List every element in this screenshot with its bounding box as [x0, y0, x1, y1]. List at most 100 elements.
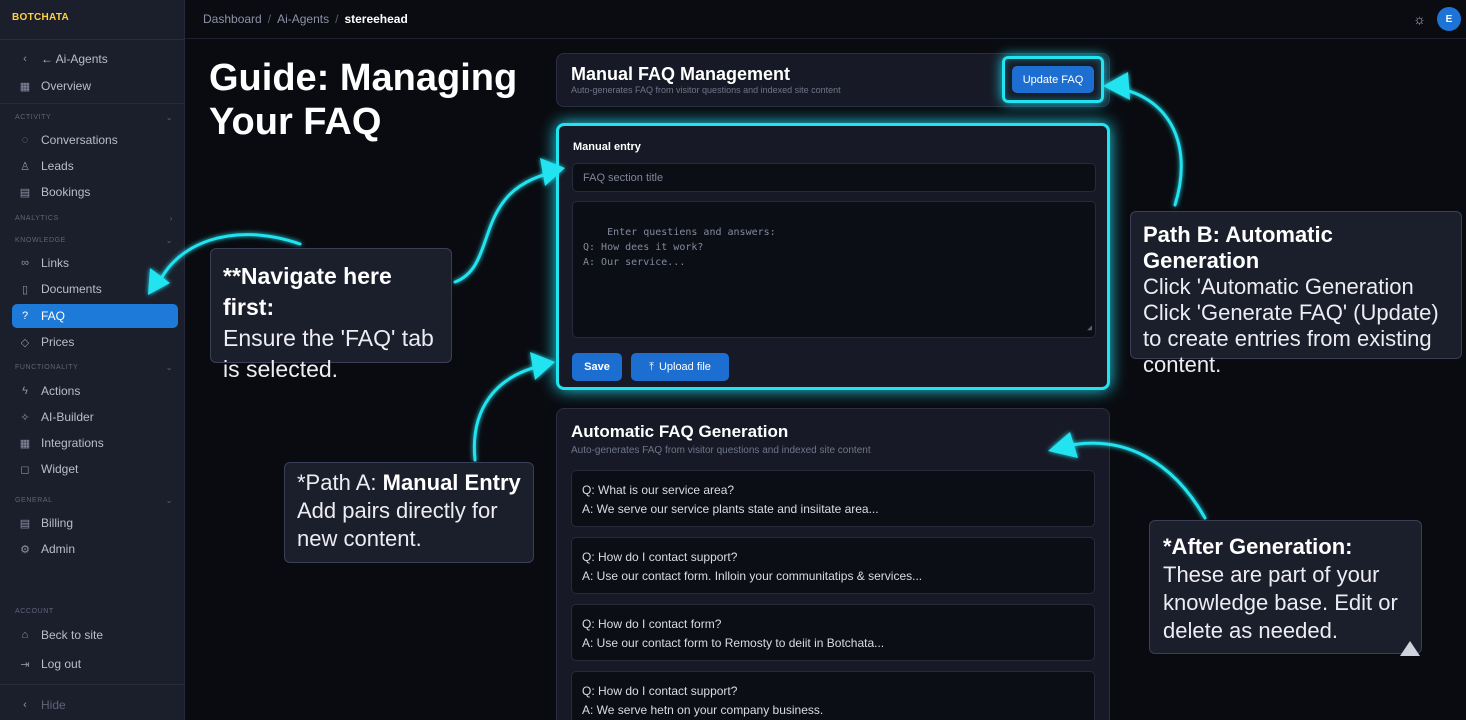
sidebar-item-label: Hide: [41, 698, 66, 712]
sidebar-item-label: FAQ: [41, 309, 66, 323]
sidebar-item-documents[interactable]: ▯ Documents: [12, 277, 178, 301]
callout-navigate: **Navigate here first: Ensure the 'FAQ' …: [210, 248, 452, 382]
sidebar-item-label: Log out: [41, 657, 82, 671]
manual-entry-label: Manual entry: [573, 141, 641, 153]
faq-list-item[interactable]: Q: How do I contact support? A: We serve…: [571, 671, 1095, 720]
page-title: Manual FAQ Management: [571, 64, 791, 84]
sidebar-item-label: Conversations: [41, 133, 118, 147]
sidebar-item-label: Bookings: [41, 185, 91, 199]
breadcrumb-separator: /: [335, 12, 339, 26]
callout-path-b-heading: Path B: Automatic Generation: [1143, 222, 1333, 273]
home-icon: ⌂: [21, 629, 29, 641]
breadcrumb-dashboard[interactable]: Dashboard: [203, 12, 262, 26]
lightning-icon: ϟ: [22, 385, 28, 397]
sidebar-item-label: Leads: [41, 159, 74, 173]
faq-list-item[interactable]: Q: How do I contact form? A: Use our con…: [571, 604, 1095, 661]
chevron-down-icon: ⌄: [165, 113, 173, 122]
upload-file-button[interactable]: ⤒ Upload file: [631, 353, 729, 381]
save-button[interactable]: Save: [572, 353, 622, 381]
sidebar-item-billing[interactable]: ▤ Billing: [12, 511, 178, 535]
sidebar-item-admin[interactable]: ⚙ Admin: [12, 537, 178, 561]
faq-list-item[interactable]: Q: How do I contact support? A: Use our …: [571, 537, 1095, 594]
admin-icon: ⚙: [20, 543, 30, 556]
sidebar-item-integrations[interactable]: ▦ Integrations: [12, 431, 178, 455]
callout-after-heading: *After Generation:: [1163, 534, 1353, 559]
faq-question: Q: How do I contact form?: [582, 617, 722, 631]
sidebar-item-label: Prices: [41, 335, 75, 349]
sidebar-item-label: Admin: [41, 542, 76, 556]
faq-answer: A: Use our contact form to Remosty to de…: [582, 636, 885, 650]
automatic-faq-card: Automatic FAQ Generation Auto-generates …: [556, 408, 1110, 720]
sidebar-item-widget[interactable]: ◻ Widget: [12, 457, 178, 481]
avatar[interactable]: E: [1437, 7, 1461, 31]
section-subtitle: Auto-generates FAQ from visitor question…: [571, 445, 871, 456]
triangle-icon: [1400, 641, 1420, 656]
sidebar-item-label: Documents: [41, 282, 102, 296]
page-subtitle: Auto-generates FAQ from visitor question…: [571, 85, 841, 95]
arrow-path-a: [472, 363, 547, 462]
section-account: ACCOUNT: [15, 608, 173, 615]
tag-icon: ◇: [20, 336, 30, 349]
divider: [0, 39, 185, 40]
sidebar-item-prices[interactable]: ◇ Prices: [12, 330, 178, 354]
message-icon: ◻: [20, 463, 30, 476]
callout-path-a-prefix: *Path A:: [297, 470, 383, 495]
sidebar-item-log-out[interactable]: ⇥ Log out: [12, 652, 178, 676]
breadcrumb-ai-agents[interactable]: Ai-Agents: [277, 12, 329, 26]
theme-toggle-sun-icon[interactable]: ☼: [1413, 11, 1426, 27]
logout-icon: ⇥: [20, 658, 30, 671]
chevron-left-icon: ‹: [23, 53, 27, 65]
section-title: Automatic FAQ Generation: [571, 422, 789, 441]
textarea-placeholder: Enter questiens and answers: Q: How dees…: [583, 227, 776, 268]
sidebar-item-faq[interactable]: ? FAQ: [12, 304, 178, 328]
section-activity[interactable]: ACTIVITY ⌄: [15, 113, 173, 122]
sidebar-item-links[interactable]: ∞ Links: [12, 251, 178, 275]
sidebar-item-label: Links: [41, 256, 70, 270]
sidebar-item-leads[interactable]: ♙ Leads: [12, 154, 178, 178]
manual-entry-card: Manual entry FAQ section title Enter que…: [556, 123, 1110, 390]
section-label: KNOWLEDGE: [15, 237, 66, 244]
callout-navigate-text: Ensure the 'FAQ' tab is selected.: [223, 325, 434, 382]
sidebar-item-label: ← Ai-Agents: [41, 52, 108, 66]
sidebar-item-overview[interactable]: ▦ Overview: [12, 74, 178, 98]
faq-question: Q: How do I contact support?: [582, 550, 738, 564]
sidebar-hide-button[interactable]: ‹ Hide: [12, 693, 178, 717]
topbar: Dashboard / Ai-Agents / stereehead ☼ E: [185, 0, 1466, 39]
sidebar-item-label: Billing: [41, 516, 74, 530]
sidebar-item-ai-builder[interactable]: ✧ AI-Builder: [12, 405, 178, 429]
arrow-path-b: [1113, 86, 1183, 207]
chevron-down-icon: ⌄: [165, 496, 173, 505]
section-label: ACCOUNT: [15, 608, 54, 615]
sidebar-item-label: Overview: [41, 79, 92, 93]
section-functionality[interactable]: FUNCTIONALITY ⌄: [15, 363, 173, 372]
resize-handle-icon[interactable]: ◢: [1087, 320, 1092, 335]
sidebar: BOTCHATA ‹ ← Ai-Agents ▦ Overview ACTIVI…: [0, 0, 185, 720]
sidebar-item-actions[interactable]: ϟ Actions: [12, 379, 178, 403]
section-knowledge[interactable]: KNOWLEDGE ⌄: [15, 236, 173, 245]
callout-path-a-heading: Manual Entry: [382, 470, 521, 495]
update-faq-button[interactable]: Update FAQ: [1012, 66, 1094, 93]
sidebar-item-label: Widget: [41, 462, 79, 476]
brand-logo[interactable]: BOTCHATA: [12, 12, 69, 23]
callout-path-b-line2: Click 'Generate FAQ' (Update): [1143, 300, 1439, 325]
section-analytics[interactable]: ANALYTICS ›: [15, 214, 173, 223]
sidebar-item-bookings[interactable]: ▤ Bookings: [12, 180, 178, 204]
sidebar-item-back-to-site[interactable]: ⌂ Beck to site: [12, 623, 178, 647]
sidebar-item-conversations[interactable]: ◌ Conversations: [12, 128, 178, 152]
faq-section-title-input[interactable]: FAQ section title: [572, 163, 1096, 192]
callout-path-a: *Path A: Manual Entry Add pairs directly…: [284, 462, 534, 563]
section-label: GENERAL: [15, 497, 53, 504]
grid-icon: ▦: [19, 437, 31, 450]
section-label: FUNCTIONALITY: [15, 364, 79, 371]
section-general[interactable]: GENERAL ⌄: [15, 496, 173, 505]
billing-icon: ▤: [19, 517, 31, 530]
sidebar-item-label: Beck to site: [41, 628, 104, 642]
faq-qa-textarea[interactable]: Enter questiens and answers: Q: How dees…: [572, 201, 1096, 338]
breadcrumb-current: stereehead: [344, 12, 408, 26]
arrow-to-manual-entry: [453, 170, 557, 284]
breadcrumb: Dashboard / Ai-Agents / stereehead: [203, 12, 408, 26]
document-icon: ▯: [21, 283, 29, 296]
sidebar-back-agents[interactable]: ‹ ← Ai-Agents: [12, 47, 178, 71]
faq-list-item[interactable]: Q: What is our service area? A: We serve…: [571, 470, 1095, 527]
question-icon: ?: [21, 310, 29, 322]
